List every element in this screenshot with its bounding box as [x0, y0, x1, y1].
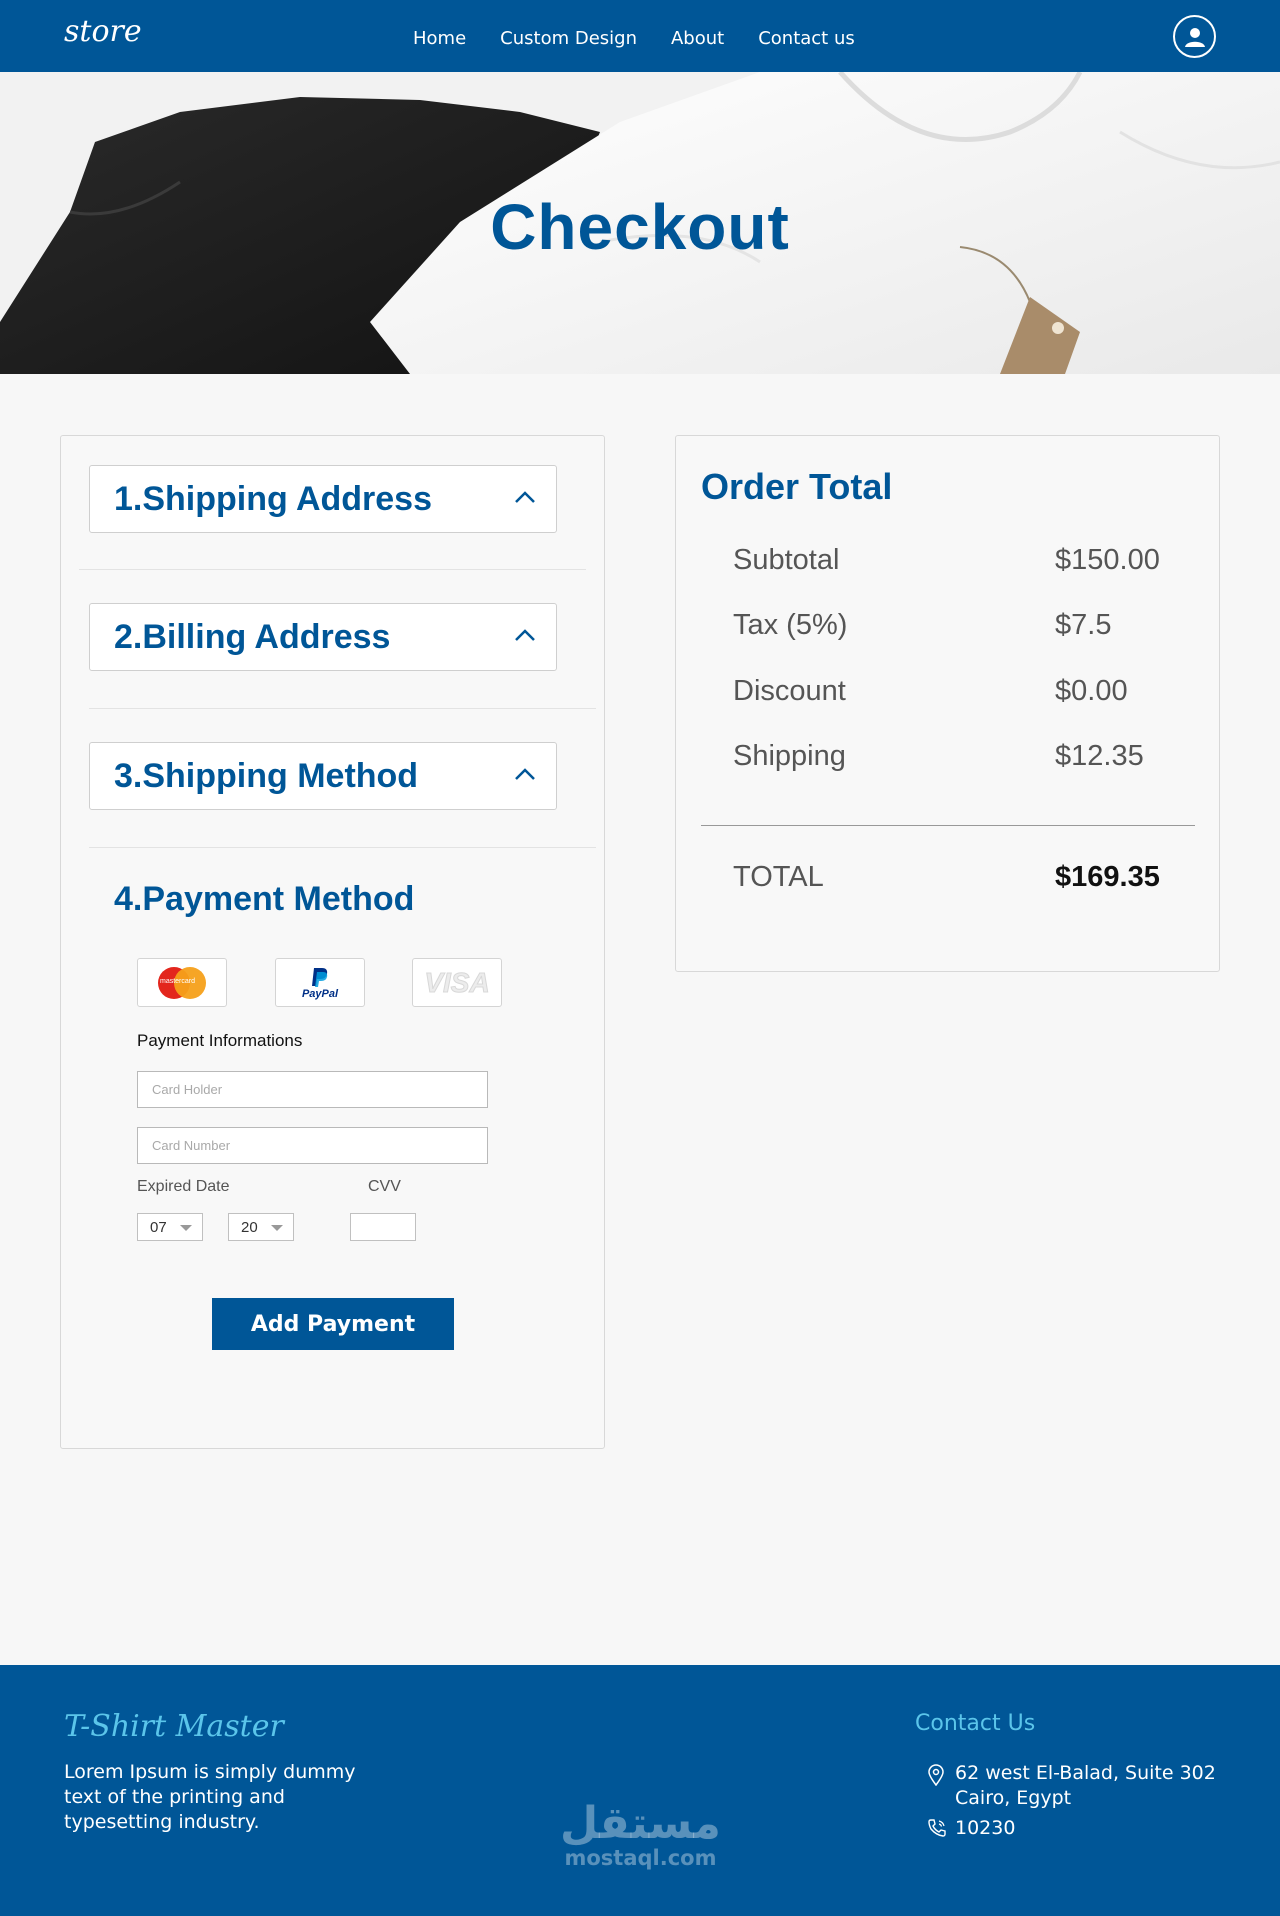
section-divider [89, 847, 596, 848]
paypal-icon [312, 967, 328, 987]
order-total-card: Order Total Subtotal $150.00 Tax (5%) $7… [675, 435, 1220, 972]
expiry-month-value: 07 [150, 1218, 167, 1236]
location-pin-icon [928, 1764, 944, 1786]
shipping-address-title: 1.Shipping Address [114, 479, 433, 518]
phone-icon [928, 1819, 946, 1837]
discount-value: $0.00 [1055, 675, 1128, 707]
shipping-value: $12.35 [1055, 740, 1144, 772]
total-value: $169.35 [1055, 861, 1160, 893]
visa-icon: VISA [424, 966, 490, 998]
hero-banner: Checkout [0, 72, 1280, 374]
nav-custom-design[interactable]: Custom Design [500, 28, 637, 49]
tax-label: Tax (5%) [733, 609, 848, 641]
caret-down-icon [180, 1225, 192, 1231]
nav-contact-us[interactable]: Contact us [758, 28, 855, 49]
shipping-method-title: 3.Shipping Method [114, 756, 419, 795]
mastercard-option[interactable]: mastercard [137, 958, 227, 1007]
expiry-year-value: 20 [241, 1218, 258, 1236]
tax-value: $7.5 [1055, 609, 1112, 641]
expiry-year-select[interactable]: 20 [228, 1213, 294, 1241]
watermark-latin: mostaql.com [564, 1846, 717, 1870]
order-total-title: Order Total [701, 466, 893, 507]
chevron-up-icon [515, 768, 535, 780]
address-line2: Cairo, Egypt [955, 1787, 1072, 1809]
shipping-label: Shipping [733, 740, 846, 772]
total-label: TOTAL [733, 861, 824, 893]
footer: T-Shirt Master Lorem Ipsum is simply dum… [0, 1665, 1280, 1916]
section-divider [79, 569, 586, 570]
payment-method-title: 4.Payment Method [114, 880, 415, 918]
cvv-label: CVV [368, 1178, 401, 1195]
address-line1: 62 west El-Balad, Suite 302 [955, 1762, 1216, 1784]
footer-brand: T-Shirt Master [64, 1709, 284, 1744]
billing-address-section[interactable]: 2.Billing Address [89, 603, 557, 671]
chevron-up-icon [515, 491, 535, 503]
contact-title: Contact Us [915, 1711, 1036, 1736]
mastercard-text: mastercard [160, 978, 196, 985]
navbar: store Home Custom Design About Contact u… [0, 0, 1280, 72]
expired-date-label: Expired Date [137, 1178, 230, 1195]
expiry-month-select[interactable]: 07 [137, 1213, 203, 1241]
payment-info-label: Payment Informations [137, 1031, 303, 1050]
add-payment-button[interactable]: Add Payment [212, 1298, 454, 1350]
cvv-input[interactable] [350, 1213, 416, 1241]
paypal-option[interactable]: PayPal [275, 958, 365, 1007]
subtotal-label: Subtotal [733, 544, 840, 576]
subtotal-value: $150.00 [1055, 544, 1160, 576]
section-divider [89, 708, 596, 709]
user-icon [1184, 27, 1205, 47]
discount-label: Discount [733, 675, 846, 707]
nav-home[interactable]: Home [413, 28, 466, 49]
caret-down-icon [271, 1225, 283, 1231]
chevron-up-icon [515, 629, 535, 641]
store-logo[interactable]: store [64, 14, 142, 49]
total-divider [701, 825, 1195, 826]
paypal-text: PayPal [301, 987, 339, 1000]
footer-description: Lorem Ipsum is simply dummy text of the … [64, 1761, 356, 1833]
watermark: مستقل mostaql.com [560, 1798, 721, 1871]
card-number-input[interactable] [137, 1127, 488, 1164]
shipping-method-section[interactable]: 3.Shipping Method [89, 742, 557, 810]
main-nav: Home Custom Design About Contact us [413, 28, 855, 49]
visa-option[interactable]: VISA [412, 958, 502, 1007]
card-holder-input[interactable] [137, 1071, 488, 1108]
shipping-address-section[interactable]: 1.Shipping Address [89, 465, 557, 533]
billing-address-title: 2.Billing Address [114, 617, 391, 656]
nav-about[interactable]: About [671, 28, 724, 49]
watermark-arabic: مستقل [560, 1798, 721, 1849]
phone-number: 10230 [955, 1817, 1016, 1839]
user-account-button[interactable] [1173, 15, 1216, 58]
checkout-steps-card: 1.Shipping Address 2.Billing Address 3.S… [60, 435, 605, 1449]
page-title: Checkout [490, 191, 790, 263]
